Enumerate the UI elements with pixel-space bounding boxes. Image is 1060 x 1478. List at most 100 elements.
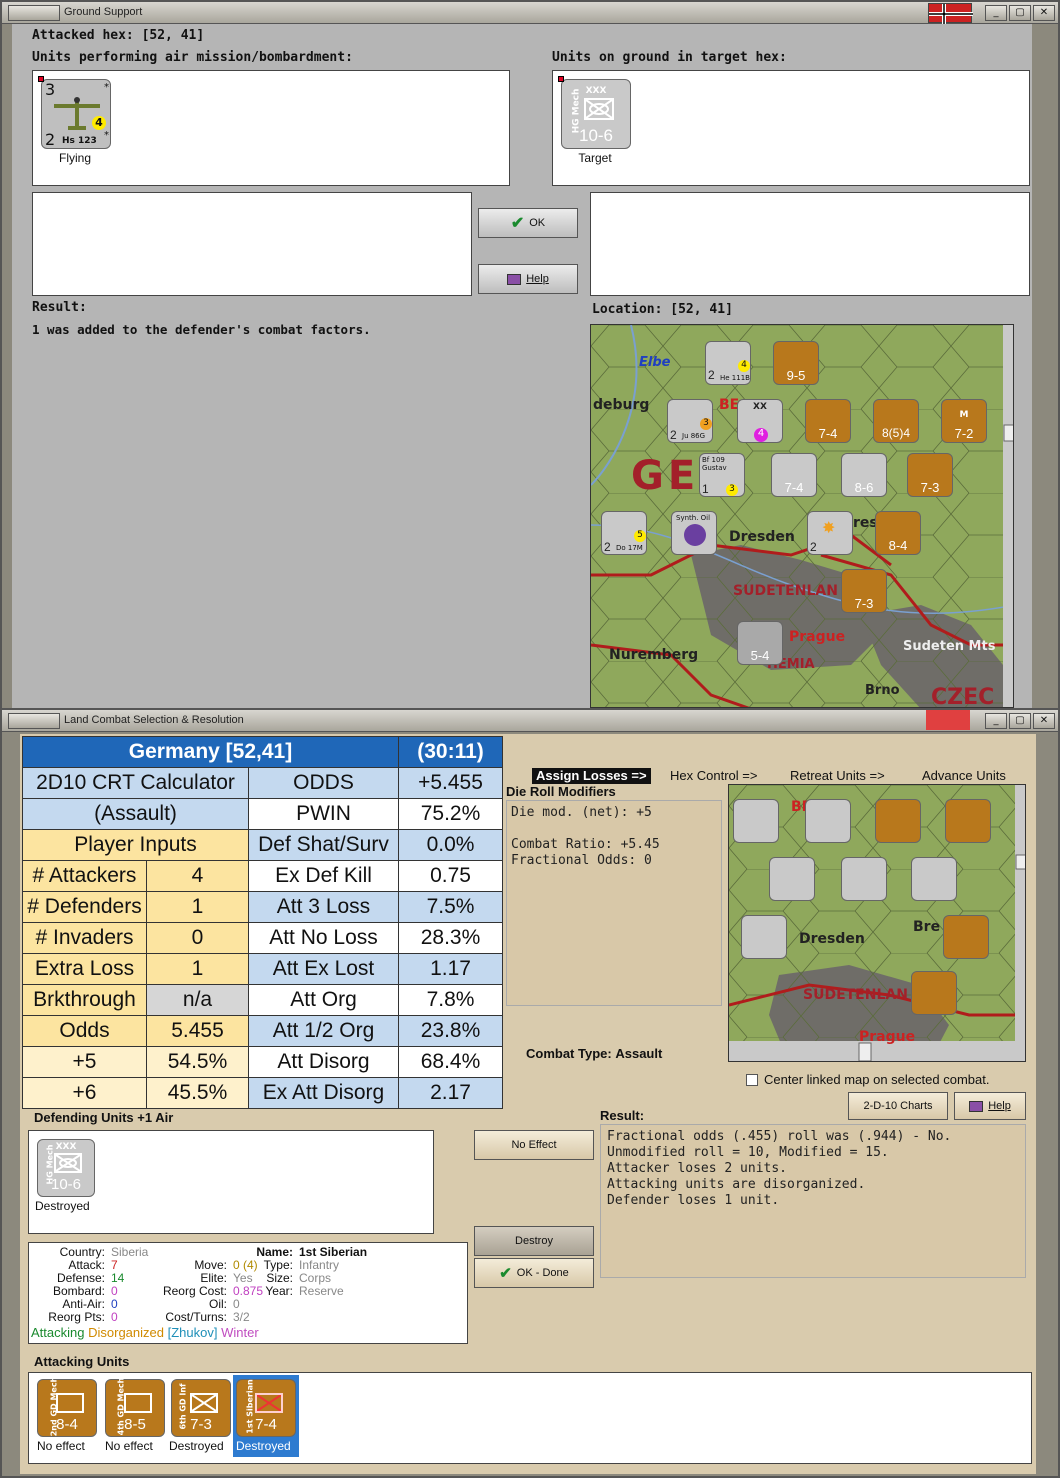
attacker-unit-counter[interactable]: 2nd GD Mech 8-4 xyxy=(37,1377,97,1437)
map-unit-8-4[interactable]: 8-4 xyxy=(875,511,921,555)
help-button[interactable]: Help xyxy=(954,1092,1026,1120)
minimap-unit-8-6[interactable] xyxy=(911,857,957,901)
air-unit-counter[interactable]: 3 2 4 Hs 123 * * xyxy=(38,76,111,149)
crt-input-value[interactable]: n/a xyxy=(146,984,249,1016)
map-unit-name: Bf 109 Gustav xyxy=(702,456,727,472)
ok-done-button[interactable]: ✔ OK - Done xyxy=(474,1258,594,1288)
center-map-checkbox[interactable] xyxy=(746,1073,758,1086)
die-roll-panel: Die mod. (net): +5 Combat Ratio: +5.45 F… xyxy=(506,800,722,1006)
attacker-unit-counter[interactable]: 1st Siberian 7-4 xyxy=(236,1379,296,1437)
tab-advance-units[interactable]: Advance Units xyxy=(922,768,1006,783)
defender-unit-counter[interactable]: HG Mech XXX 10-6 xyxy=(37,1139,95,1197)
charts-button[interactable]: 2-D-10 Charts xyxy=(848,1092,948,1120)
maximize-button[interactable]: ▢ xyxy=(1009,713,1031,729)
destroy-label: Destroy xyxy=(515,1235,553,1247)
ground-support-titlebar[interactable]: Ground Support _ ▢ ✕ xyxy=(2,2,1058,24)
center-map-checkbox-row[interactable]: Center linked map on selected combat. xyxy=(746,1072,989,1087)
map-unit-hq[interactable]: XX 4 xyxy=(737,399,783,443)
map-unit-name: Ju 86G xyxy=(682,432,706,440)
land-combat-titlebar[interactable]: Land Combat Selection & Resolution _ ▢ ✕ xyxy=(2,710,1058,732)
unit-status-dot xyxy=(38,76,44,82)
tab-hex-control[interactable]: Hex Control => xyxy=(670,768,757,783)
map-unit-7-4b[interactable]: 7-4 xyxy=(771,453,817,497)
location-map[interactable]: Elbe deburg GER BE res Dresden SUDETENLA… xyxy=(590,324,1014,708)
map-unit-he111[interactable]: 2 He 111B 4 xyxy=(705,341,751,385)
maximize-button[interactable]: ▢ xyxy=(1009,5,1031,21)
map-unit-8-6[interactable]: 8-6 xyxy=(841,453,887,497)
land-combat-window: Land Combat Selection & Resolution _ ▢ ✕… xyxy=(0,708,1060,1478)
reorg-value: 0 xyxy=(111,1310,118,1324)
selected-attacker[interactable]: 1st Siberian 7-4 Destroyed xyxy=(233,1375,299,1457)
crt-label: Def Shat/Surv xyxy=(248,829,399,861)
minimap-unit-hq[interactable] xyxy=(805,799,851,843)
attacker-unit-counter[interactable]: 6th GD Inf 7-3 xyxy=(171,1379,231,1437)
location-label: Location: [52, 41] xyxy=(592,302,733,317)
crt-input-value[interactable]: 1 xyxy=(146,891,249,923)
map-unit-8-5-4[interactable]: 8(5)4 xyxy=(873,399,919,443)
crt-input-value[interactable]: 0 xyxy=(146,922,249,954)
result-panel: Fractional odds (.455) roll was (.944) -… xyxy=(600,1124,1026,1278)
system-menu-button[interactable] xyxy=(8,713,60,729)
air-units-list[interactable]: 3 2 4 Hs 123 * * Flying xyxy=(32,70,510,186)
minimap-unit-8-5-4[interactable] xyxy=(945,799,991,843)
defending-units-list[interactable]: HG Mech XXX 10-6 Destroyed xyxy=(28,1130,434,1234)
map-unit-ju86[interactable]: 2 Ju 86G 3 xyxy=(667,399,713,443)
tab-retreat-units[interactable]: Retreat Units => xyxy=(790,768,885,783)
attacker-unit-counter[interactable]: 4th GD Mech 8-5 xyxy=(105,1378,165,1437)
map-unit-do17[interactable]: 2 Do 17M 5 xyxy=(601,511,647,555)
minimap-unit-stuka[interactable] xyxy=(733,799,779,843)
minimap-unit-7-4b[interactable] xyxy=(841,857,887,901)
crt-value: 2.17 xyxy=(398,1077,503,1109)
minimap-unit-8-4[interactable] xyxy=(943,915,989,959)
close-button[interactable]: ✕ xyxy=(1033,5,1055,21)
close-button[interactable]: ✕ xyxy=(1033,713,1055,729)
defending-units-label: Defending Units +1 Air xyxy=(34,1110,174,1125)
help-label: Help xyxy=(988,1100,1011,1112)
map-unit-7-3b[interactable]: 7-3 xyxy=(841,569,887,613)
minimize-button[interactable]: _ xyxy=(985,713,1007,729)
crt-value: 7.8% xyxy=(398,984,503,1016)
minimize-button[interactable]: _ xyxy=(985,5,1007,21)
minimap-label-dresden: Dresden xyxy=(799,931,865,947)
crt-input-value[interactable]: 4 xyxy=(146,860,249,892)
crt-value: 68.4% xyxy=(398,1046,503,1078)
map-unit-7-2[interactable]: M 7-2 xyxy=(941,399,987,443)
linked-minimap[interactable]: BE Dresden Bre SUDETENLAN Prague xyxy=(728,784,1026,1062)
crt-input-label: # Defenders xyxy=(22,891,147,923)
map-unit-9-5[interactable]: 9-5 xyxy=(773,341,819,385)
destroy-button[interactable]: Destroy xyxy=(474,1226,594,1256)
crt-label: PWIN xyxy=(248,798,399,830)
map-unit-hs123[interactable]: 2 ✸ xyxy=(807,511,853,555)
type-label: Type: xyxy=(263,1258,293,1272)
crt-value: +5.455 xyxy=(398,767,503,799)
attacking-units-list[interactable]: 2nd GD Mech 8-4 No effect 4th GD Mech 8-… xyxy=(28,1372,1032,1464)
crt-value: 7.5% xyxy=(398,891,503,923)
system-menu-button[interactable] xyxy=(8,5,60,21)
minimap-unit-7-3[interactable] xyxy=(911,971,957,1015)
crt-label: Att 3 Loss xyxy=(248,891,399,923)
map-unit-5-4[interactable]: 5-4 xyxy=(737,621,783,665)
year-value: Reserve xyxy=(299,1284,344,1298)
crt-input-value[interactable]: 1 xyxy=(146,953,249,985)
map-unit-7-4a[interactable]: 7-4 xyxy=(805,399,851,443)
help-button[interactable]: Help xyxy=(478,264,578,294)
map-unit-synth-oil[interactable]: Synth. Oil xyxy=(671,511,717,555)
minimap-unit-bf109[interactable] xyxy=(769,857,815,901)
map-unit-bf109[interactable]: 1 Bf 109 Gustav 3 xyxy=(699,453,745,497)
antiair-value: 0 xyxy=(111,1297,118,1311)
tab-assign-losses[interactable]: Assign Losses => xyxy=(532,768,651,784)
ground-units-list[interactable]: HG Mech XXX 10-6 Target xyxy=(552,70,1030,186)
map-unit-strength: 7-2 xyxy=(954,426,974,441)
ground-support-body: Attacked hex: [52, 41] Units performing … xyxy=(12,24,1032,708)
ground-unit-counter[interactable]: HG Mech XXX 10-6 xyxy=(558,76,631,149)
crt-calc-subtitle: (Assault) xyxy=(22,798,249,830)
no-effect-button[interactable]: No Effect xyxy=(474,1130,594,1160)
minimap-unit-7-4[interactable] xyxy=(875,799,921,843)
map-unit-strength: 5-4 xyxy=(750,648,770,663)
ok-button[interactable]: ✔ OK xyxy=(478,208,578,238)
map-unit-7-3a[interactable]: 7-3 xyxy=(907,453,953,497)
unit-info-panel: Country: Siberia Attack: 7 Defense: 14 B… xyxy=(28,1242,468,1344)
map-unit-name: He 111B xyxy=(720,374,750,382)
die-mod-text: Die mod. (net): +5 xyxy=(511,805,652,820)
minimap-unit-synth-oil[interactable] xyxy=(741,915,787,959)
